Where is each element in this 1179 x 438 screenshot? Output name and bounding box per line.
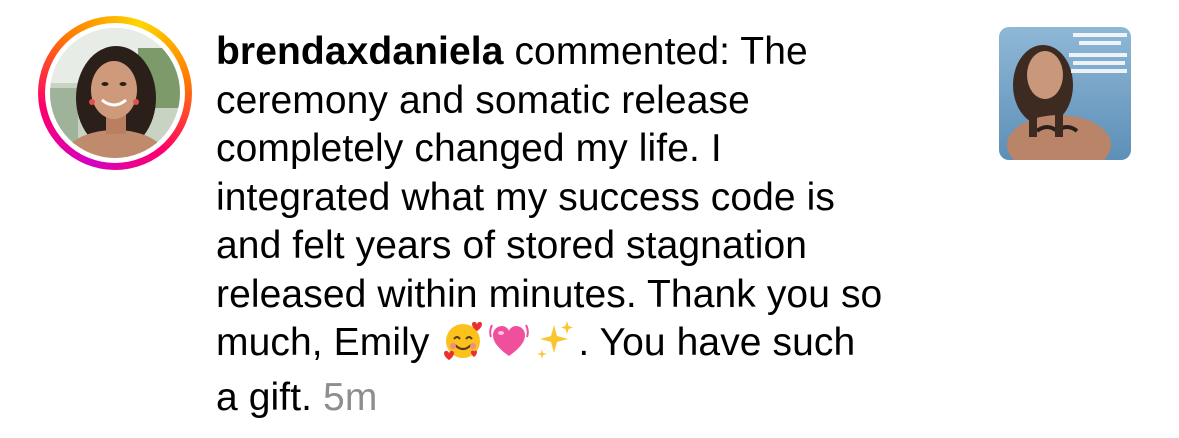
comment-notification[interactable]: brendaxdaniela commented: The ceremony a…: [0, 0, 1179, 438]
comment-line: much, Emily . You have such: [216, 319, 976, 374]
comment-line: a gift. 5m: [216, 375, 378, 419]
post-thumbnail[interactable]: [999, 27, 1131, 160]
smiling-face-with-hearts-icon: [442, 319, 484, 374]
username-link[interactable]: brendaxdaniela: [216, 30, 504, 73]
comment-line: and felt years of stored stagnation: [216, 224, 808, 267]
timestamp: 5m: [323, 375, 378, 419]
story-ring[interactable]: [38, 16, 192, 170]
comment-line: released within minutes. Thank you so: [216, 272, 883, 316]
growing-heart-icon: [488, 319, 530, 374]
comment-text: brendaxdaniela commented: The ceremony a…: [216, 28, 976, 422]
sparkles-icon: [534, 319, 576, 374]
comment-line: integrated what my success code is: [216, 175, 836, 219]
comment-line: ceremony and somatic release: [216, 78, 750, 122]
comment-line: brendaxdaniela commented: The: [216, 30, 808, 73]
comment-line: completely changed my life. I: [216, 127, 722, 170]
avatar[interactable]: [50, 28, 180, 158]
